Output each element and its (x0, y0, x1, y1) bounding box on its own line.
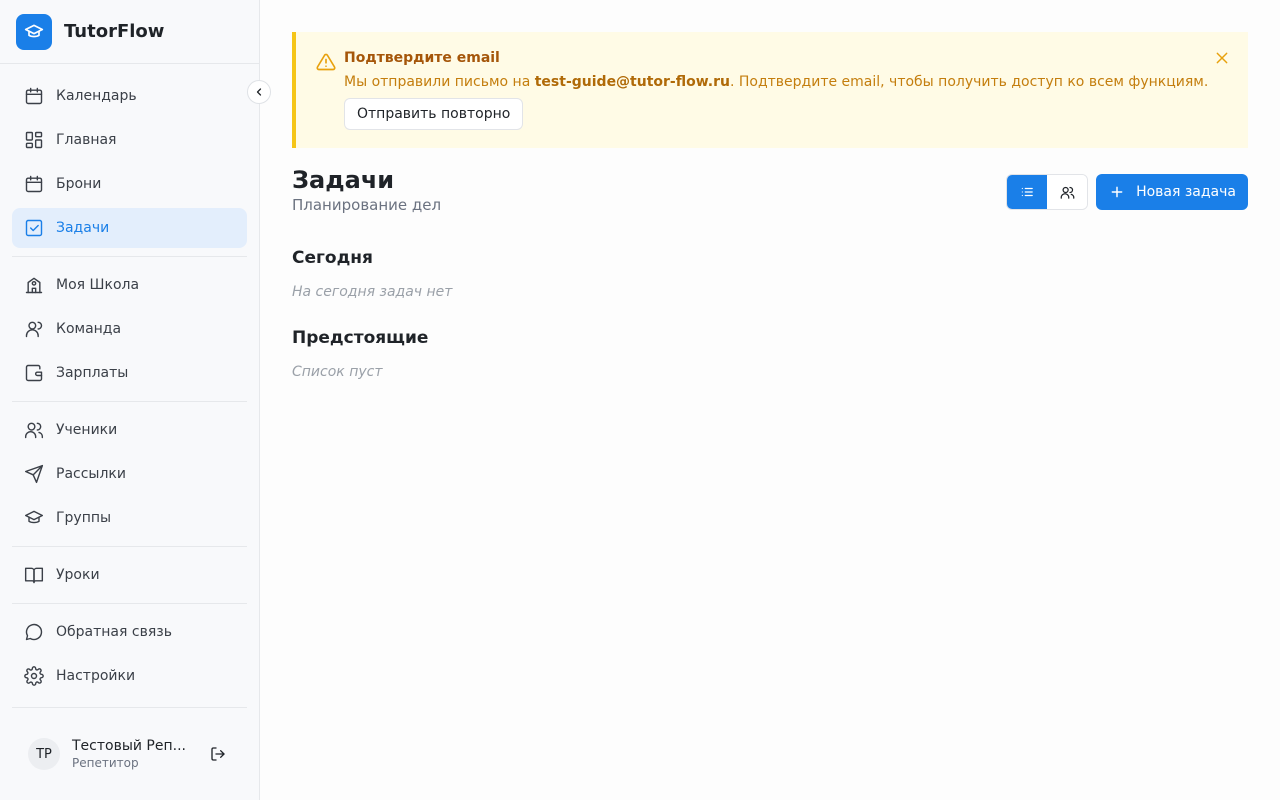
section-title: Предстоящие (292, 328, 429, 348)
sidebar-item-label: Команда (56, 321, 122, 337)
graduation-cap-icon (24, 508, 44, 528)
plus-icon (1110, 185, 1124, 199)
main-content: Подтвердите email Мы отправили письмо на… (292, 32, 1248, 380)
chevron-left-icon (256, 88, 262, 96)
avatar[interactable]: ТР (28, 738, 60, 770)
new-task-button[interactable]: Новая задача (1096, 174, 1248, 210)
checkbox-icon (24, 218, 44, 238)
sidebar-item-label: Брони (56, 176, 102, 192)
users-icon (24, 420, 44, 440)
section-today: Сегодня На сегодня задач нет (292, 248, 1248, 300)
school-icon (24, 275, 44, 295)
empty-state: Список пуст (292, 364, 383, 380)
sidebar-item[interactable]: Моя Школа (12, 265, 247, 305)
nav-divider (12, 256, 247, 257)
sidebar-item[interactable]: Зарплаты (12, 353, 247, 393)
user-profile: ТР Тестовый Реп... Репетитор (12, 707, 247, 800)
list-view-button[interactable] (1007, 175, 1048, 209)
close-icon[interactable] (1214, 50, 1230, 70)
sidebar-item[interactable]: Календарь (12, 76, 247, 116)
nav-divider (12, 603, 247, 604)
alert-title: Подтвердите email (344, 50, 500, 66)
section-title: Сегодня (292, 248, 373, 268)
alert-message: Мы отправили письмо на test-guide@tutor-… (344, 74, 1209, 90)
sidebar-item[interactable]: Главная (12, 120, 247, 160)
sidebar-item-label: Зарплаты (56, 365, 129, 381)
sidebar-item[interactable]: Уроки (12, 555, 247, 595)
sidebar-item[interactable]: Ученики (12, 410, 247, 450)
user-role: Репетитор (72, 756, 139, 770)
wallet-icon (24, 363, 44, 383)
graduation-cap-logo-icon (16, 13, 52, 50)
sidebar-item-label: Задачи (56, 220, 110, 236)
send-icon (24, 464, 44, 484)
calendar-icon (24, 174, 44, 194)
new-task-label: Новая задача (1136, 184, 1236, 200)
nav-divider (12, 546, 247, 547)
sidebar-nav: Календарь Главная Брони Задачи Моя Школа Кома… (0, 76, 259, 696)
book-icon (24, 565, 44, 585)
calendar-icon (24, 86, 44, 106)
sidebar-item-label: Календарь (56, 88, 137, 104)
sidebar-item-label: Группы (56, 510, 112, 526)
user-name: Тестовый Реп... (72, 738, 186, 754)
sidebar-item-label: Уроки (56, 567, 100, 583)
user-icon (24, 319, 44, 339)
section-upcoming: Предстоящие Список пуст (292, 328, 1248, 380)
email-verification-alert: Подтвердите email Мы отправили письмо на… (292, 32, 1248, 148)
sidebar-item-label: Рассылки (56, 466, 126, 482)
collapse-sidebar-button[interactable] (247, 80, 271, 104)
sidebar-item[interactable]: Группы (12, 498, 247, 538)
sidebar-item-label: Настройки (56, 668, 136, 684)
sidebar-item[interactable]: Брони (12, 164, 247, 204)
sidebar-item[interactable]: Задачи (12, 208, 247, 248)
resend-button[interactable]: Отправить повторно (344, 98, 524, 130)
empty-state: На сегодня задач нет (292, 284, 453, 300)
sidebar-item[interactable]: Обратная связь (12, 612, 247, 652)
logout-icon[interactable] (208, 744, 228, 764)
message-icon (24, 622, 44, 642)
sidebar-item-label: Обратная связь (56, 624, 172, 640)
view-toggle (1006, 174, 1089, 210)
sidebar: TutorFlow Календарь Главная Брони Задачи Моя… (0, 0, 260, 800)
gear-icon (24, 666, 44, 686)
sidebar-item[interactable]: Настройки (12, 656, 247, 696)
sidebar-item-label: Главная (56, 132, 117, 148)
team-view-button[interactable] (1047, 175, 1088, 209)
sidebar-item-label: Моя Школа (56, 277, 140, 293)
page-header: Задачи Планирование дел Новая задача (292, 166, 1248, 218)
warning-icon (316, 52, 336, 76)
dashboard-icon (24, 130, 44, 150)
sidebar-item-label: Ученики (56, 422, 118, 438)
list-icon (1021, 187, 1033, 197)
sidebar-item[interactable]: Команда (12, 309, 247, 349)
users-icon (1060, 186, 1074, 199)
alert-email: test-guide@tutor-flow.ru (534, 74, 730, 90)
sidebar-item[interactable]: Рассылки (12, 454, 247, 494)
brand[interactable]: TutorFlow (0, 0, 259, 64)
nav-divider (12, 401, 247, 402)
app-name: TutorFlow (64, 21, 165, 42)
